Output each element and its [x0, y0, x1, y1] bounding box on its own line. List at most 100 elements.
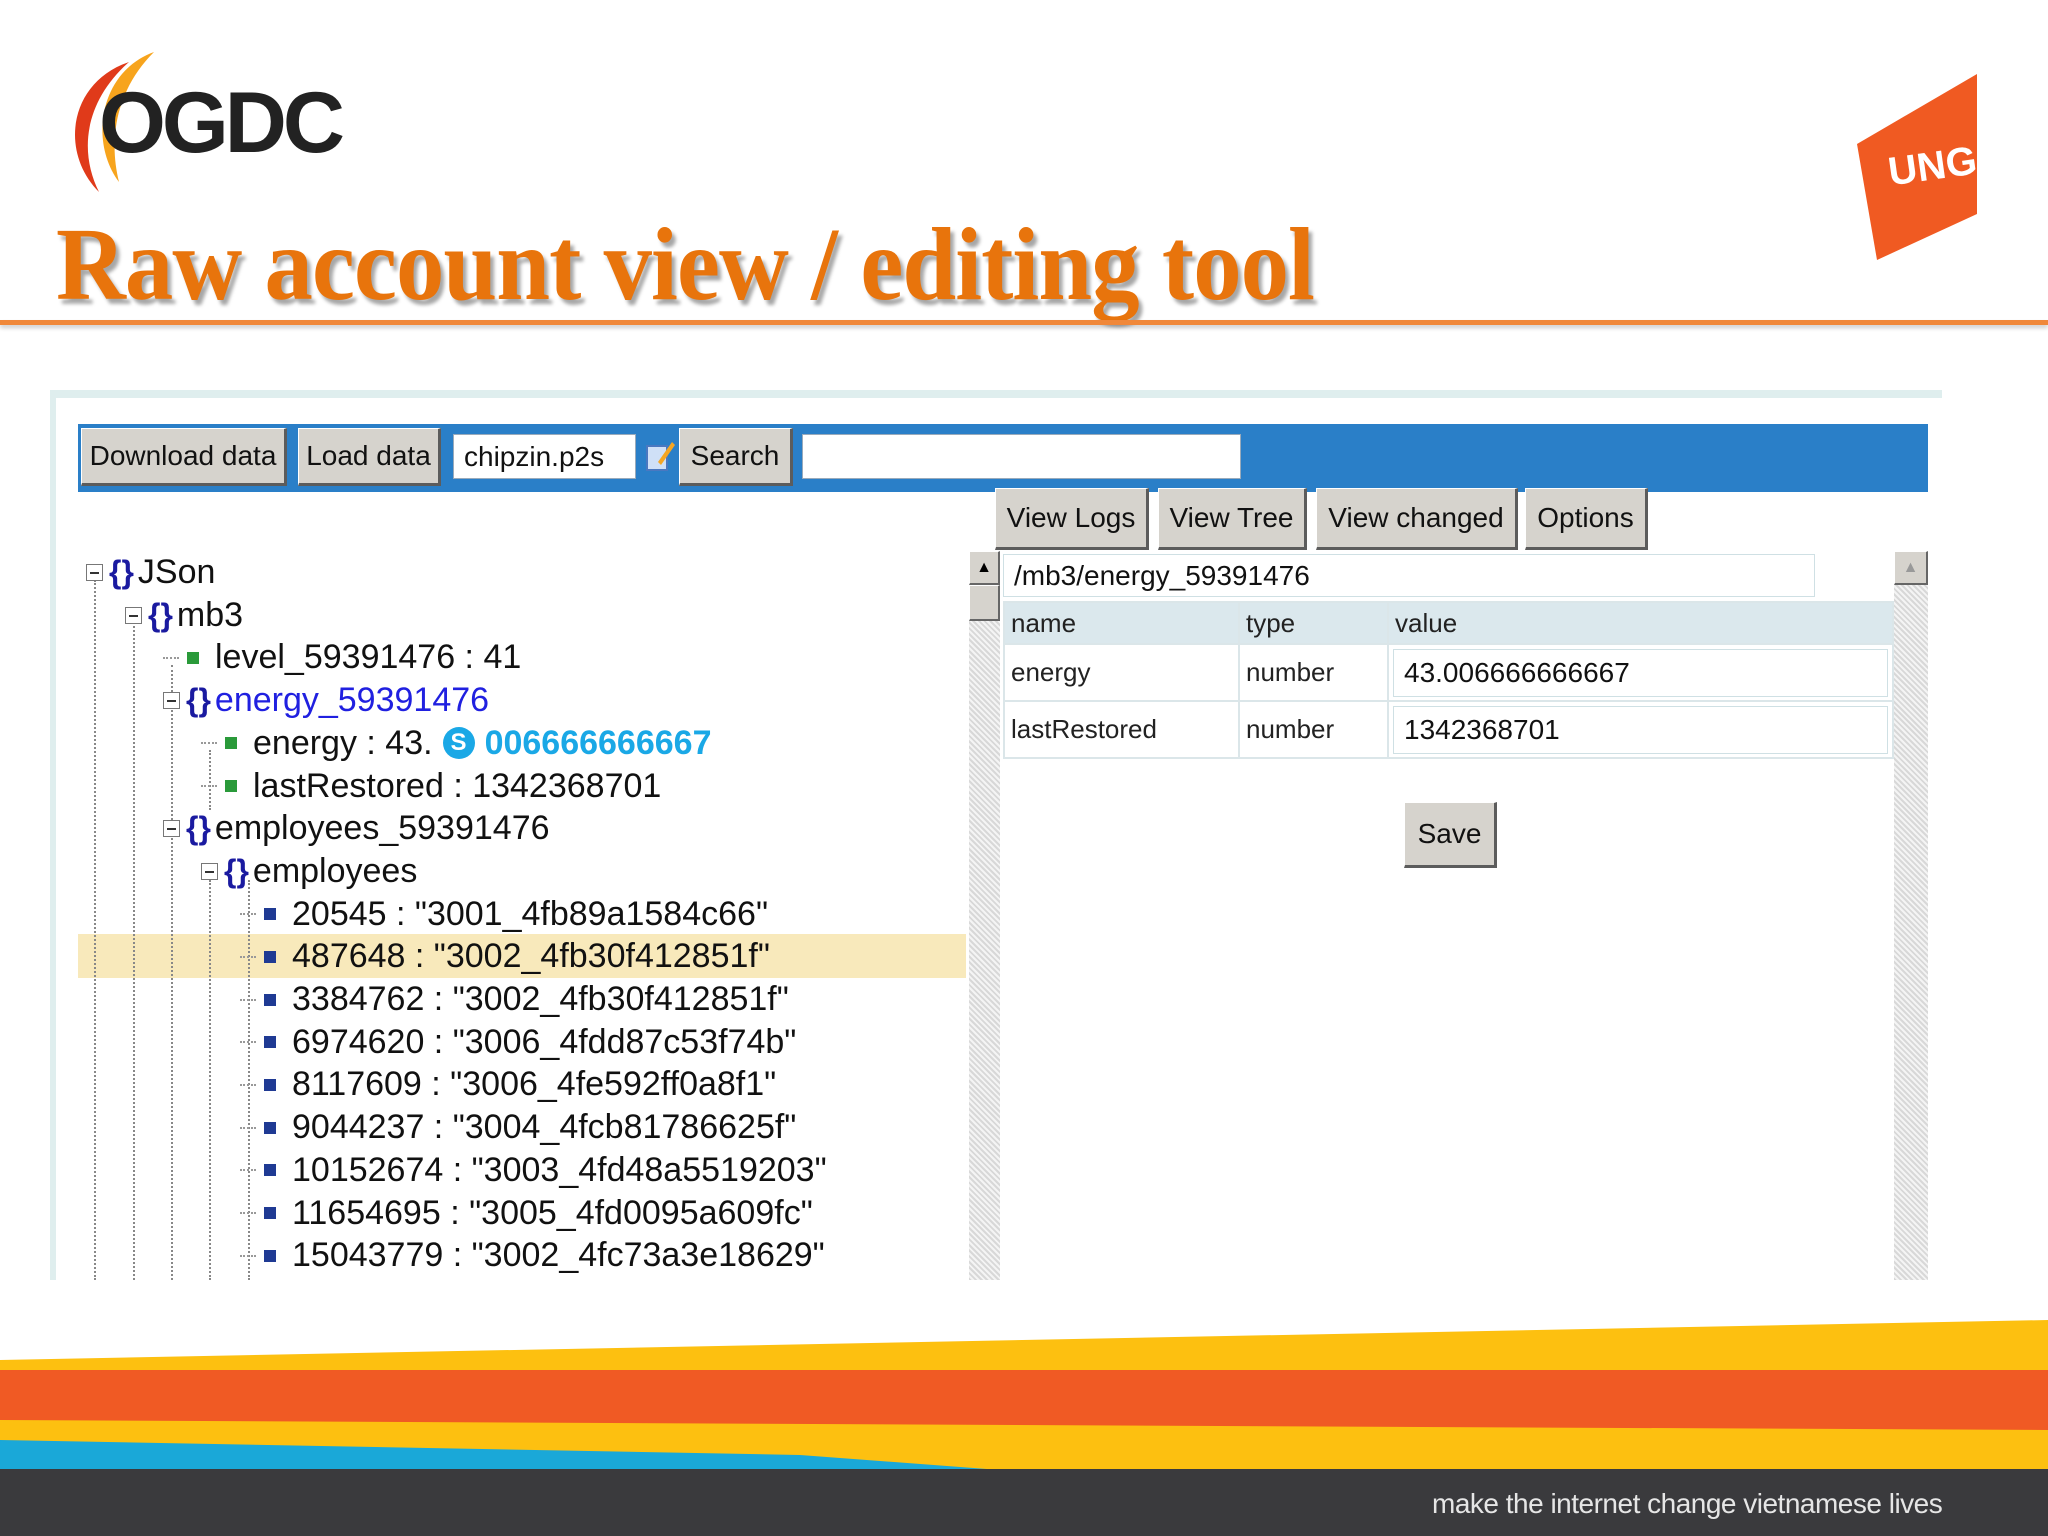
object-icon: {}	[186, 810, 211, 847]
tree-label: 6974620 : "3006_4fdd87c53f74b"	[292, 1022, 797, 1061]
column-header-name: name	[1003, 601, 1240, 645]
scroll-up-icon[interactable]: ▲	[969, 551, 1000, 585]
tree-leaf[interactable]: level_59391476 : 41	[163, 636, 521, 679]
collapse-icon[interactable]	[125, 606, 142, 624]
tree-label: energy : 43.	[253, 723, 433, 762]
tree-node[interactable]: {} employees_59391476	[163, 807, 550, 850]
tree-node[interactable]: {} JSon	[86, 551, 215, 594]
editor-scrollbar[interactable]	[1894, 551, 1928, 1280]
row-type: number	[1238, 643, 1389, 702]
row-name: lastRestored	[1003, 700, 1240, 759]
tree-leaf[interactable]: 15043779 : "3002_4fc73a3e18629"	[240, 1234, 825, 1277]
tree-leaf[interactable]: energy : 43. S 006666666667	[201, 722, 711, 765]
tree-leaf[interactable]: 8117609 : "3006_4fe592ff0a8f1"	[240, 1063, 776, 1106]
footer-tagline: make the internet change vietnamese live…	[1432, 1488, 1943, 1519]
object-icon: {}	[186, 682, 211, 719]
tree-label: 15043779 : "3002_4fc73a3e18629"	[292, 1236, 825, 1275]
row-name: energy	[1003, 643, 1240, 702]
tree-connector	[240, 1083, 256, 1086]
object-icon: {}	[148, 596, 173, 633]
tree-label: mb3	[176, 595, 244, 634]
tree-connector	[163, 656, 179, 659]
leaf-icon	[225, 780, 237, 792]
download-data-button[interactable]: Download data	[81, 428, 287, 486]
leaf-icon	[225, 737, 237, 750]
leaf-icon	[264, 1249, 276, 1262]
title-divider	[0, 320, 2048, 325]
tree-leaf[interactable]: 11654695 : "3005_4fd0095a609fc"	[240, 1192, 813, 1235]
tree-node[interactable]: {} energy_59391476	[163, 679, 489, 722]
collapse-icon[interactable]	[201, 862, 218, 880]
tree-label: employees	[252, 851, 418, 890]
search-input[interactable]	[802, 434, 1241, 479]
tree-leaf[interactable]: lastRestored : 1342368701	[201, 765, 661, 808]
column-header-type: type	[1238, 601, 1389, 645]
tree-connector	[240, 1212, 256, 1214]
value-input[interactable]: 43.006666666667	[1393, 648, 1888, 697]
tree-leaf[interactable]: 3384762 : "3002_4fb30f412851f"	[240, 978, 789, 1021]
tree-label: 9044237 : "3004_4fcb81786625f"	[292, 1108, 797, 1147]
tree-leaf[interactable]: 6974620 : "3006_4fdd87c53f74b"	[240, 1021, 796, 1064]
leaf-icon	[264, 1121, 276, 1134]
search-button[interactable]: Search	[679, 428, 793, 486]
object-icon: {}	[109, 554, 134, 590]
load-data-button[interactable]: Load data	[298, 428, 441, 486]
leaf-icon	[264, 1036, 276, 1049]
scroll-up-icon[interactable]: ▲	[1894, 551, 1928, 585]
svg-text:OGDC: OGDC	[99, 75, 343, 171]
tree-connector	[240, 998, 256, 1001]
tab-view-changed[interactable]: View changed	[1316, 488, 1518, 550]
tree-label: employees_59391476	[214, 809, 550, 848]
panel-frame-left	[50, 390, 56, 1280]
leaf-icon	[264, 1207, 276, 1219]
tree-label: lastRestored : 1342368701	[253, 766, 662, 805]
row-type: number	[1238, 700, 1389, 759]
scroll-thumb[interactable]	[969, 585, 1000, 621]
object-icon: {}	[224, 852, 249, 889]
tree-connector	[201, 742, 217, 745]
panel-frame	[52, 390, 1942, 398]
edit-icon[interactable]	[644, 438, 676, 474]
skype-icon[interactable]: S	[442, 727, 475, 760]
tab-view-tree[interactable]: View Tree	[1158, 488, 1307, 550]
tree-label: 11654695 : "3005_4fd0095a609fc"	[292, 1193, 813, 1232]
tree-connector	[240, 955, 256, 958]
tree-leaf[interactable]: 9044237 : "3004_4fcb81786625f"	[240, 1106, 796, 1149]
tree-node[interactable]: {} mb3	[125, 594, 243, 637]
value-input[interactable]: 1342368701	[1393, 705, 1888, 754]
tree-leaf[interactable]: 10152674 : "3003_4fd48a5519203"	[240, 1149, 827, 1192]
tree-label: 10152674 : "3003_4fd48a5519203"	[292, 1150, 827, 1189]
leaf-icon	[264, 1164, 276, 1177]
tree-node[interactable]: {} employees	[201, 850, 417, 893]
tree-connector	[201, 785, 217, 787]
tree-connector	[240, 913, 256, 916]
collapse-icon[interactable]	[163, 820, 180, 838]
tree-label: 20545 : "3001_4fb89a1584c66"	[292, 894, 769, 933]
leaf-icon	[264, 1078, 276, 1091]
properties-table: name type value energy number 43.0066666…	[1003, 601, 1894, 759]
tree-scrollbar[interactable]	[969, 551, 1000, 1280]
tree-connector	[240, 1041, 256, 1044]
tree-label: energy_59391476	[214, 681, 490, 720]
tree-label: level_59391476 : 41	[215, 638, 522, 677]
column-header-value: value	[1387, 601, 1894, 645]
tab-view-logs[interactable]: View Logs	[995, 488, 1149, 550]
leaf-icon	[187, 651, 199, 664]
tree-label: 8117609 : "3006_4fe592ff0a8f1"	[292, 1065, 777, 1104]
page-title: Raw account view / editing tool	[56, 207, 1315, 322]
tree-label: 487648 : "3002_4fb30f412851f"	[292, 937, 770, 976]
tree-leaf[interactable]: 487648 : "3002_4fb30f412851f"	[240, 935, 770, 978]
tree-connector	[240, 1169, 256, 1172]
tab-options[interactable]: Options	[1525, 488, 1648, 550]
tree-leaf[interactable]: 20545 : "3001_4fb89a1584c66"	[240, 893, 768, 936]
collapse-icon[interactable]	[86, 564, 103, 581]
ogdc-logo: OGDC	[75, 52, 347, 192]
collapse-icon[interactable]	[163, 692, 180, 710]
account-input[interactable]: chipzin.p2s	[453, 434, 636, 479]
leaf-icon	[264, 950, 276, 963]
phone-number-link[interactable]: 006666666667	[485, 724, 712, 763]
save-button[interactable]: Save	[1404, 802, 1497, 868]
leaf-icon	[264, 908, 276, 921]
tree-connector	[240, 1126, 256, 1129]
path-field[interactable]: /mb3/energy_59391476	[1003, 554, 1815, 597]
